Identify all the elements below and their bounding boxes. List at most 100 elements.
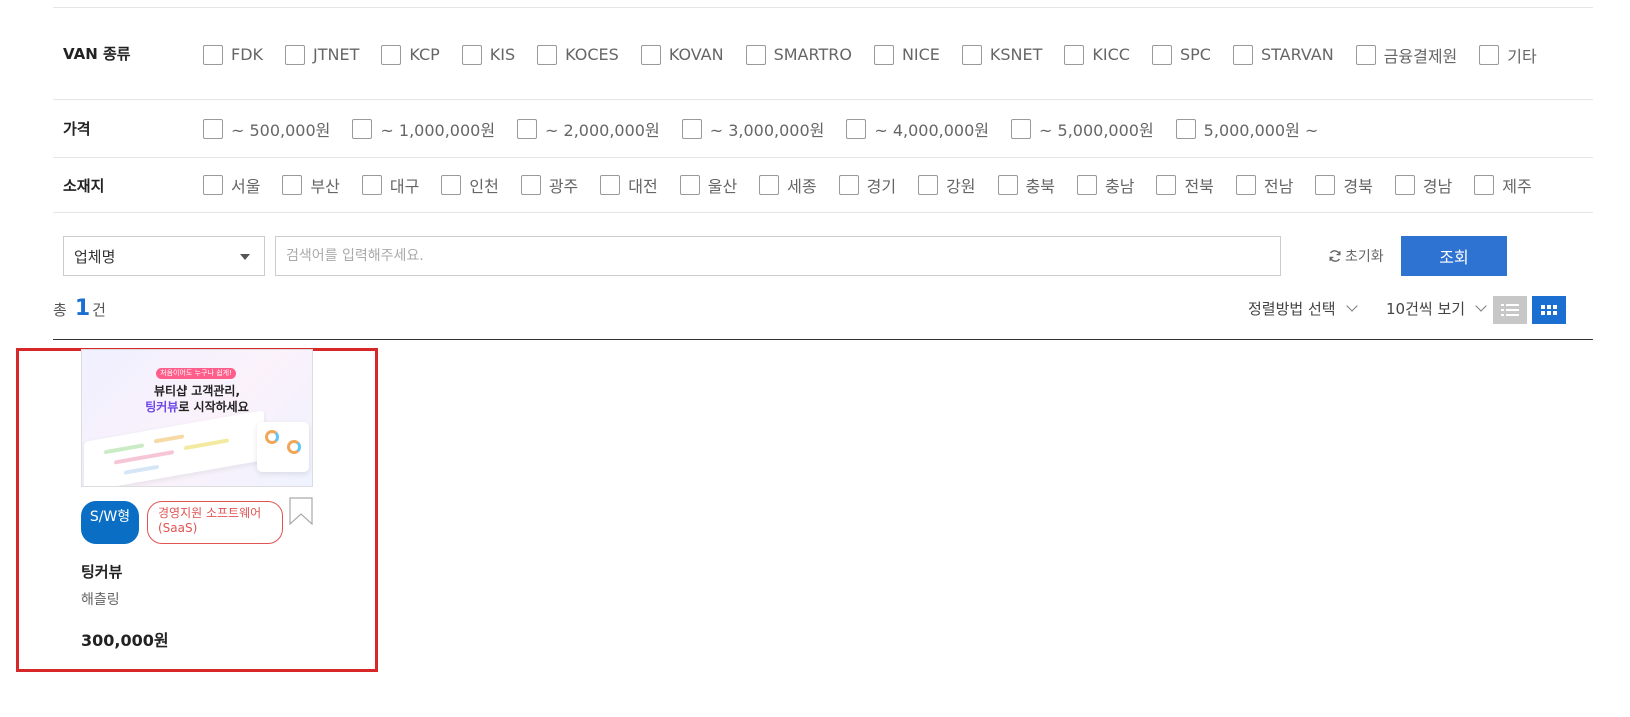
van-option[interactable]: KCP xyxy=(381,37,440,72)
location-option[interactable]: 인천 xyxy=(441,168,499,203)
price-checkbox[interactable] xyxy=(846,118,867,139)
price-checkbox[interactable] xyxy=(352,118,373,139)
van-checkbox[interactable] xyxy=(1355,44,1376,65)
van-checkbox[interactable] xyxy=(381,44,402,65)
location-checkbox[interactable] xyxy=(759,175,780,195)
price-checkbox[interactable] xyxy=(517,118,538,139)
van-option[interactable]: KOCES xyxy=(537,37,619,72)
van-option[interactable]: NICE xyxy=(873,37,940,72)
van-checkbox[interactable] xyxy=(640,44,661,65)
location-option[interactable]: 대전 xyxy=(600,168,658,203)
location-checkbox[interactable] xyxy=(361,175,382,195)
list-view-button[interactable] xyxy=(1493,296,1527,324)
search-panel: VAN 종류 FDK JTNET KCP KIS KOCES KOVAN SMARTRO NI… xyxy=(53,0,1593,340)
location-checkbox[interactable] xyxy=(600,175,621,195)
van-option-label: KSNET xyxy=(989,45,1043,64)
van-filter-label: VAN 종류 xyxy=(63,45,131,63)
location-filter-label: 소재지 xyxy=(63,176,105,195)
search-input[interactable] xyxy=(275,236,1281,276)
location-checkbox[interactable] xyxy=(1474,175,1495,195)
van-checkbox[interactable] xyxy=(461,44,482,65)
price-option-label: ~ 1,000,000원 xyxy=(380,120,496,140)
location-option[interactable]: 경남 xyxy=(1394,168,1452,203)
location-option[interactable]: 세종 xyxy=(759,168,817,203)
location-checkbox[interactable] xyxy=(918,175,939,195)
reset-label: 초기화 xyxy=(1345,249,1384,265)
van-checkbox[interactable] xyxy=(961,44,982,65)
van-option[interactable]: 기타 xyxy=(1479,37,1537,72)
van-option[interactable]: 금융결제원 xyxy=(1355,37,1457,72)
location-option[interactable]: 대구 xyxy=(361,168,419,203)
submit-button[interactable]: 조회 xyxy=(1401,236,1507,276)
location-checkbox[interactable] xyxy=(520,175,541,195)
van-checkbox[interactable] xyxy=(1479,44,1500,65)
location-checkbox[interactable] xyxy=(1156,175,1177,195)
location-checkbox[interactable] xyxy=(1235,175,1256,195)
van-checkbox[interactable] xyxy=(745,44,766,65)
location-option[interactable]: 서울 xyxy=(203,168,260,203)
van-option[interactable]: STARVAN xyxy=(1232,37,1334,72)
van-checkbox[interactable] xyxy=(285,44,306,65)
van-checkbox[interactable] xyxy=(1151,44,1172,65)
per-page-select[interactable]: 10건씩 보기 xyxy=(1386,298,1487,319)
van-checkbox[interactable] xyxy=(873,44,894,65)
price-checkbox[interactable] xyxy=(1011,118,1032,139)
van-option[interactable]: KICC xyxy=(1064,37,1130,72)
location-checkbox[interactable] xyxy=(1315,175,1336,195)
price-checkbox[interactable] xyxy=(681,118,702,139)
product-thumbnail[interactable]: 처음이어도 누구나 쉽게! 뷰티샵 고객관리, 팅커뷰로 시작하세요 xyxy=(81,349,313,487)
location-option[interactable]: 제주 xyxy=(1474,168,1532,203)
price-option[interactable]: ~ 500,000원 xyxy=(203,111,330,146)
van-checkbox[interactable] xyxy=(1232,44,1253,65)
price-option[interactable]: ~ 5,000,000원 xyxy=(1011,111,1154,146)
van-option[interactable]: KOVAN xyxy=(640,37,724,72)
bookmark-icon[interactable] xyxy=(289,497,313,525)
location-option[interactable]: 울산 xyxy=(679,168,737,203)
price-option[interactable]: ~ 1,000,000원 xyxy=(352,111,495,146)
product-card[interactable]: 처음이어도 누구나 쉽게! 뷰티샵 고객관리, 팅커뷰로 시작하세요 S/W형 … xyxy=(16,348,378,672)
price-option[interactable]: ~ 3,000,000원 xyxy=(681,111,824,146)
location-checkbox[interactable] xyxy=(1394,175,1415,195)
price-option[interactable]: 5,000,000원 ~ xyxy=(1175,111,1318,146)
location-checkbox[interactable] xyxy=(838,175,859,195)
search-field-select[interactable]: 업체명 xyxy=(63,236,265,276)
location-option[interactable]: 강원 xyxy=(918,168,976,203)
total-count: 총 1 건 xyxy=(53,296,106,321)
location-checkbox[interactable] xyxy=(679,175,700,195)
product-name[interactable]: 팅커뷰 xyxy=(81,561,122,582)
van-option[interactable]: KSNET xyxy=(961,37,1043,72)
van-option[interactable]: FDK xyxy=(203,37,263,72)
grid-view-button[interactable] xyxy=(1532,296,1566,324)
location-checkbox[interactable] xyxy=(997,175,1018,195)
location-checkbox[interactable] xyxy=(203,175,223,195)
van-checkbox[interactable] xyxy=(1064,44,1085,65)
location-checkbox[interactable] xyxy=(441,175,462,195)
location-option[interactable]: 부산 xyxy=(282,168,340,203)
van-checkbox[interactable] xyxy=(203,44,223,65)
location-option[interactable]: 광주 xyxy=(520,168,578,203)
chevron-down-icon xyxy=(1475,300,1487,312)
reset-button[interactable]: 초기화 xyxy=(1328,236,1384,276)
location-option[interactable]: 경북 xyxy=(1315,168,1373,203)
van-option[interactable]: SMARTRO xyxy=(745,37,852,72)
van-checkbox[interactable] xyxy=(537,44,558,65)
location-option[interactable]: 경기 xyxy=(838,168,896,203)
category-line-1: 경영지원 소프트웨어 xyxy=(158,506,262,520)
van-option[interactable]: SPC xyxy=(1151,37,1211,72)
price-option[interactable]: ~ 2,000,000원 xyxy=(517,111,660,146)
location-option[interactable]: 충남 xyxy=(1076,168,1134,203)
price-checkbox[interactable] xyxy=(1175,118,1196,139)
total-number: 1 xyxy=(74,296,91,321)
sort-select[interactable]: 정렬방법 선택 xyxy=(1248,298,1358,319)
van-option[interactable]: KIS xyxy=(461,37,515,72)
price-option[interactable]: ~ 4,000,000원 xyxy=(846,111,989,146)
van-option-label: 기타 xyxy=(1507,46,1537,66)
location-option[interactable]: 전남 xyxy=(1235,168,1293,203)
van-option[interactable]: JTNET xyxy=(285,37,359,72)
price-checkbox[interactable] xyxy=(203,118,223,139)
location-checkbox[interactable] xyxy=(282,175,303,195)
location-option[interactable]: 전북 xyxy=(1156,168,1214,203)
van-option-label: KOCES xyxy=(565,45,619,64)
location-checkbox[interactable] xyxy=(1076,175,1097,195)
location-option[interactable]: 충북 xyxy=(997,168,1055,203)
